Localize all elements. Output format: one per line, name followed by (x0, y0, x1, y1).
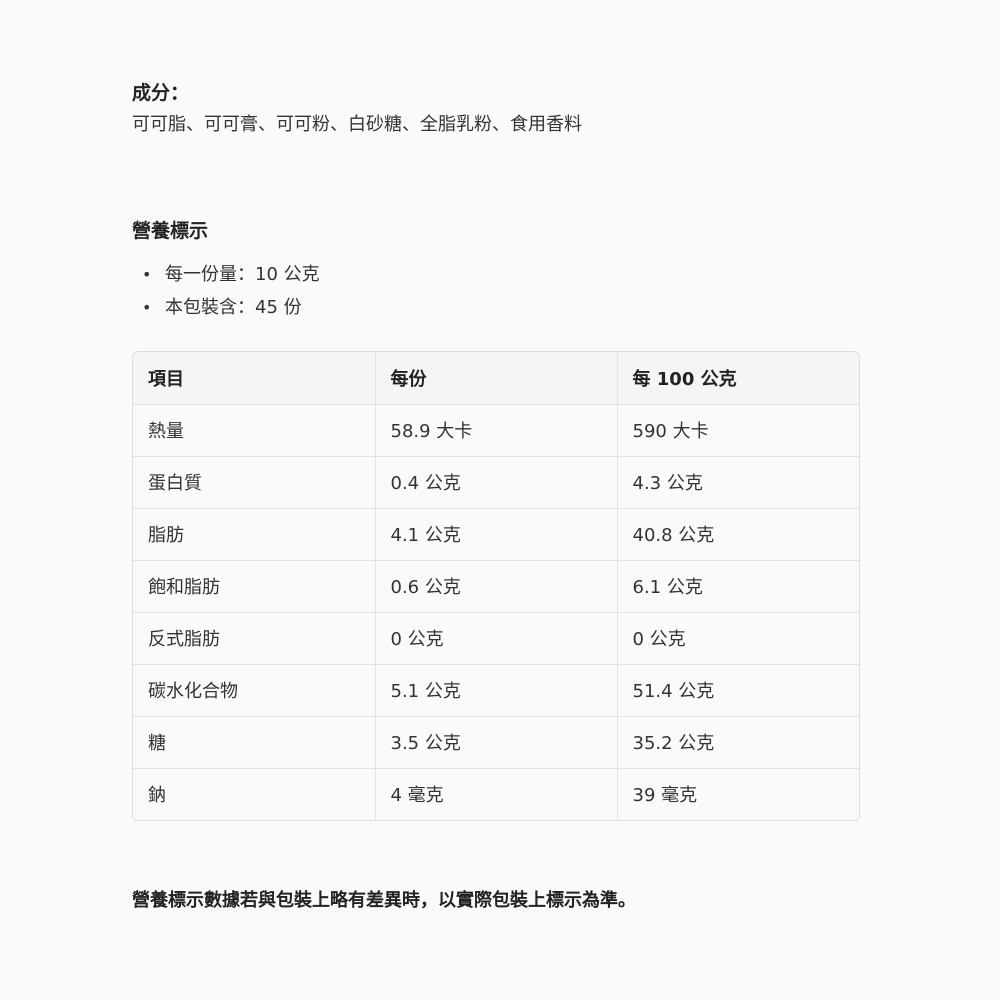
table-cell: 熱量 (133, 404, 376, 457)
table-cell: 0.6 公克 (375, 560, 618, 613)
table-cell: 0 公克 (617, 612, 859, 665)
servings-per-package-text: 本包裝含：45 份 (165, 297, 302, 318)
table-cell: 5.1 公克 (375, 664, 618, 717)
column-header-per-serving: 每份 (375, 352, 618, 405)
table-row: 糖 3.5 公克 35.2 公克 (133, 716, 859, 769)
ingredients-title: 成分： (132, 82, 190, 104)
table-cell: 4 毫克 (375, 768, 618, 820)
table-cell: 58.9 大卡 (375, 404, 618, 457)
nutrition-table-container: 項目 每份 每 100 公克 熱量 58.9 大卡 590 大卡 蛋白質 0.4… (132, 351, 860, 821)
nutrition-summary-list: • 每一份量：10 公克 • 本包裝含：45 份 (132, 258, 860, 324)
table-cell: 鈉 (133, 768, 376, 820)
table-cell: 6.1 公克 (617, 560, 859, 613)
column-header-item: 項目 (133, 352, 376, 405)
table-row: 飽和脂肪 0.6 公克 6.1 公克 (133, 560, 859, 613)
list-item: • 每一份量：10 公克 (132, 258, 860, 291)
table-cell: 3.5 公克 (375, 716, 618, 769)
table-header-row: 項目 每份 每 100 公克 (133, 352, 859, 405)
table-cell: 飽和脂肪 (133, 560, 376, 613)
table-cell: 39 毫克 (617, 768, 859, 820)
list-item: • 本包裝含：45 份 (132, 291, 860, 324)
table-cell: 51.4 公克 (617, 664, 859, 717)
table-cell: 糖 (133, 716, 376, 769)
table-cell: 0.4 公克 (375, 456, 618, 509)
nutrition-table: 項目 每份 每 100 公克 熱量 58.9 大卡 590 大卡 蛋白質 0.4… (133, 352, 859, 820)
table-row: 脂肪 4.1 公克 40.8 公克 (133, 508, 859, 561)
table-row: 反式脂肪 0 公克 0 公克 (133, 612, 859, 665)
table-cell: 脂肪 (133, 508, 376, 561)
serving-size-text: 每一份量：10 公克 (165, 264, 320, 285)
bullet-icon: • (142, 265, 152, 284)
table-cell: 40.8 公克 (617, 508, 859, 561)
table-cell: 0 公克 (375, 612, 618, 665)
table-row: 熱量 58.9 大卡 590 大卡 (133, 404, 859, 457)
product-info: 成分： 可可脂、可可膏、可可粉、白砂糖、全脂乳粉、食用香料 營養標示 • 每一份… (132, 78, 860, 821)
table-cell: 碳水化合物 (133, 664, 376, 717)
column-header-per-100g: 每 100 公克 (617, 352, 859, 405)
disclaimer-note: 營養標示數據若與包裝上略有差異時，以實際包裝上標示為準。 (132, 890, 636, 911)
table-row: 鈉 4 毫克 39 毫克 (133, 768, 859, 820)
bullet-icon: • (142, 298, 152, 317)
table-row: 碳水化合物 5.1 公克 51.4 公克 (133, 664, 859, 717)
table-cell: 4.1 公克 (375, 508, 618, 561)
ingredients-text: 可可脂、可可膏、可可粉、白砂糖、全脂乳粉、食用香料 (132, 114, 582, 135)
nutrition-title: 營養標示 (132, 220, 209, 242)
table-cell: 反式脂肪 (133, 612, 376, 665)
table-cell: 蛋白質 (133, 456, 376, 509)
table-cell: 590 大卡 (617, 404, 859, 457)
table-cell: 35.2 公克 (617, 716, 859, 769)
table-row: 蛋白質 0.4 公克 4.3 公克 (133, 456, 859, 509)
table-cell: 4.3 公克 (617, 456, 859, 509)
